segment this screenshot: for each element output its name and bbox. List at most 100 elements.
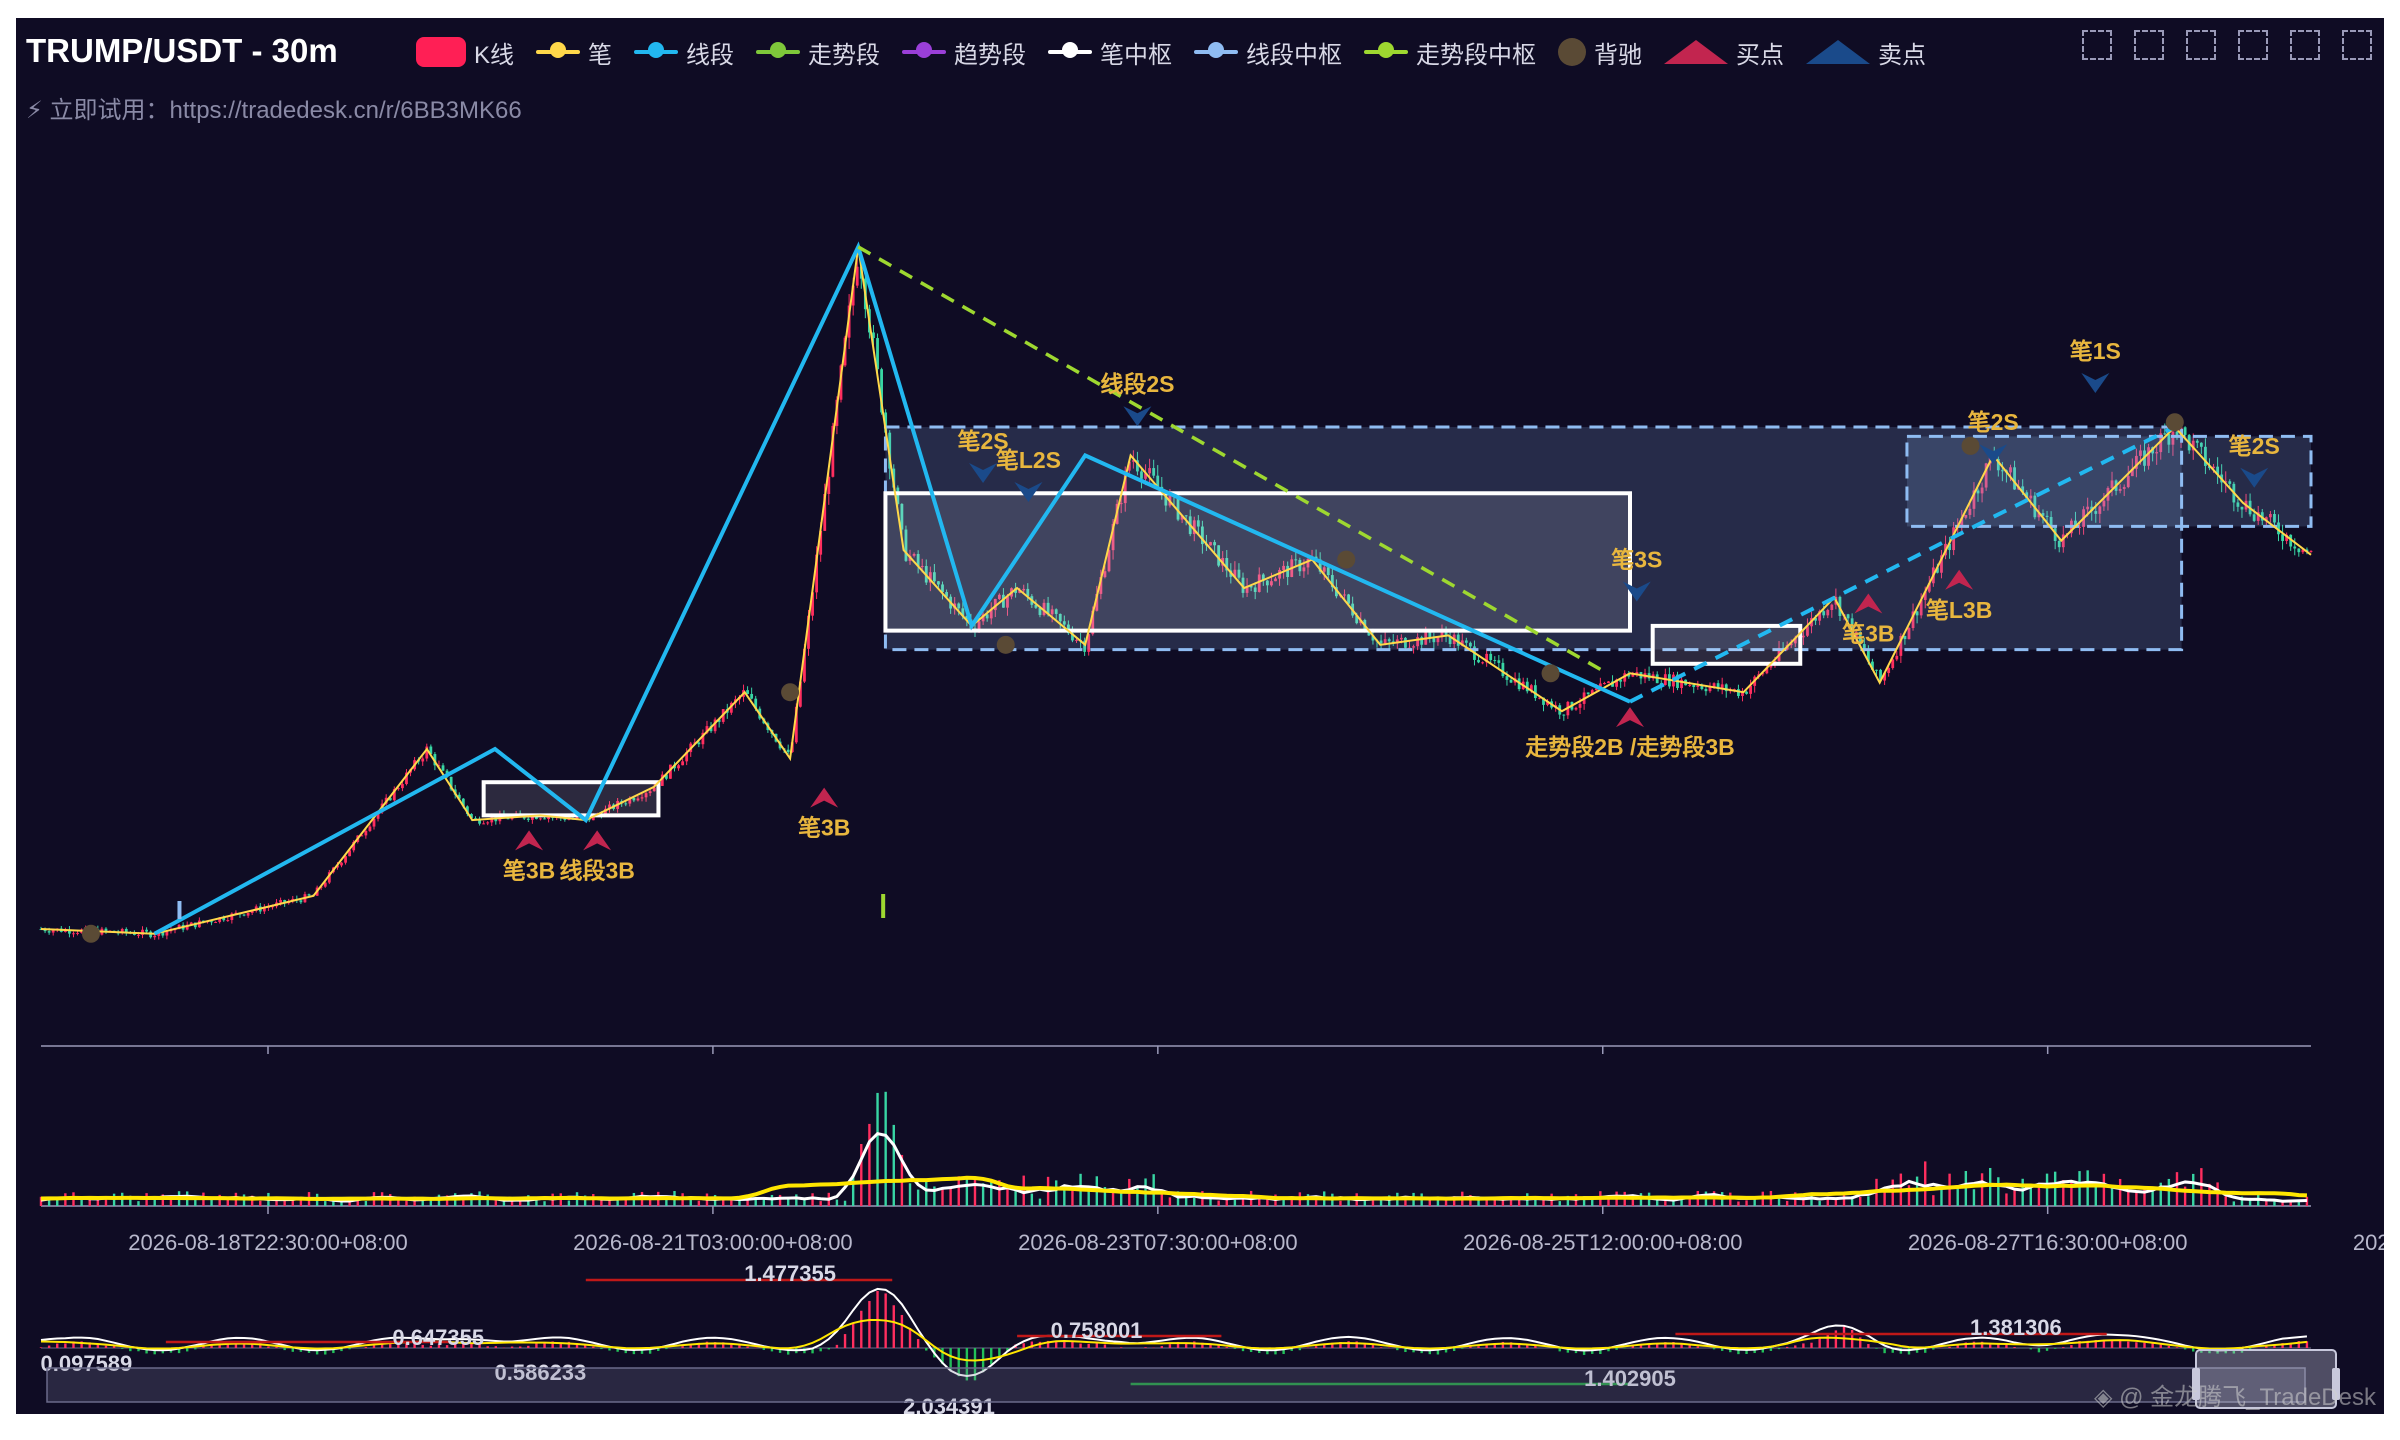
legend-swatch bbox=[1806, 40, 1871, 64]
macd-value-label: 1.477355 bbox=[744, 1261, 836, 1286]
macd-bar bbox=[843, 1334, 847, 1348]
volume-bar bbox=[2086, 1170, 2089, 1206]
legend-item[interactable]: 走势段中枢 bbox=[1364, 35, 1536, 70]
select-icon[interactable] bbox=[2186, 30, 2216, 60]
legend-label: 线段中枢 bbox=[1246, 41, 1343, 69]
legend-label: K线 bbox=[474, 41, 515, 69]
legend-item[interactable]: 走势段 bbox=[756, 35, 880, 70]
legend-item[interactable]: 趋势段 bbox=[902, 35, 1026, 70]
beichi-dot bbox=[1337, 550, 1356, 569]
legend-label: 线段 bbox=[686, 41, 735, 69]
macd-bar bbox=[1826, 1333, 1829, 1348]
macd-bar bbox=[2175, 1347, 2179, 1348]
candle-body bbox=[1895, 655, 1899, 660]
legend-item[interactable]: 线段中枢 bbox=[1194, 35, 1342, 70]
macd-bar bbox=[1087, 1343, 1090, 1348]
macd-bar bbox=[535, 1343, 538, 1348]
zoom-back-icon[interactable] bbox=[2134, 30, 2164, 60]
candle-body bbox=[482, 823, 486, 825]
candle-body bbox=[2297, 548, 2301, 553]
candle-body bbox=[340, 862, 343, 866]
macd-bar bbox=[1818, 1337, 1821, 1348]
macd-bar bbox=[868, 1301, 871, 1348]
buy-marker bbox=[515, 830, 544, 851]
macd-bar bbox=[1623, 1348, 1626, 1349]
macd-bar bbox=[1233, 1348, 1237, 1349]
candle-body bbox=[539, 818, 542, 820]
volume-bar bbox=[957, 1176, 960, 1206]
volume-bar bbox=[567, 1200, 571, 1206]
zoom-icon[interactable] bbox=[2082, 30, 2112, 60]
legend-item[interactable]: 卖点 bbox=[1806, 35, 1926, 70]
volume-bar bbox=[259, 1200, 262, 1206]
restore-icon[interactable] bbox=[2238, 30, 2268, 60]
legend-item[interactable]: 背驰 bbox=[1558, 35, 1642, 70]
x-tick-label: 2026-08-27T16:30:00+08:00 bbox=[1908, 1230, 2188, 1255]
legend-item[interactable]: 笔 bbox=[536, 35, 612, 70]
buy-label: 笔L3B bbox=[1926, 597, 1992, 623]
volume-bar bbox=[275, 1200, 278, 1206]
volume-bar bbox=[697, 1200, 701, 1206]
volume-bar bbox=[2029, 1185, 2033, 1206]
candle-body bbox=[364, 830, 368, 836]
legend-item[interactable]: 笔中枢 bbox=[1048, 35, 1172, 70]
candle-body bbox=[145, 929, 148, 932]
volume-bar bbox=[1266, 1198, 1269, 1206]
legend-item[interactable]: 买点 bbox=[1664, 35, 1784, 70]
volume-ma-fast bbox=[40, 1131, 2307, 1203]
macd-bar bbox=[1119, 1347, 1123, 1348]
volume-bar bbox=[851, 1175, 855, 1206]
macd-bar bbox=[1794, 1345, 1797, 1348]
beichi-dot bbox=[1961, 436, 1980, 455]
volume-bar bbox=[730, 1199, 733, 1206]
volume-bar bbox=[1656, 1200, 1659, 1206]
volume-bar bbox=[543, 1201, 546, 1206]
volume-bar bbox=[2005, 1193, 2008, 1206]
volume-bar bbox=[2232, 1201, 2236, 1206]
candle-body bbox=[1586, 692, 1590, 694]
volume-bar bbox=[908, 1183, 912, 1206]
candle-body bbox=[1603, 683, 1606, 685]
candle-body bbox=[104, 928, 108, 931]
candle-body bbox=[279, 900, 282, 903]
save-icon[interactable] bbox=[2342, 30, 2372, 60]
beichi-dot bbox=[1541, 664, 1560, 683]
macd-bar bbox=[1615, 1348, 1618, 1350]
macd-dea-line bbox=[40, 1318, 2308, 1362]
chart-canvas: 笔3B 线段3B笔3B走势段2B /走势段3B笔3B笔L3B笔2S笔L2S线段2S… bbox=[39, 241, 2384, 1414]
legend-item[interactable]: 线段 bbox=[634, 35, 734, 70]
legend-item[interactable]: K线 bbox=[416, 35, 514, 70]
volume-bar bbox=[2053, 1171, 2057, 1206]
volume-bar bbox=[795, 1194, 798, 1206]
macd-bar bbox=[949, 1348, 952, 1371]
macd-bar bbox=[275, 1346, 278, 1348]
data-view-icon[interactable] bbox=[2290, 30, 2320, 60]
volume-bar bbox=[1948, 1173, 1951, 1206]
volume-bar bbox=[1111, 1192, 1115, 1206]
sell-marker bbox=[1123, 406, 1152, 427]
legend-label: 卖点 bbox=[1878, 41, 1927, 69]
trial-link[interactable]: ⚡ 立即试用：https://tradedesk.cn/r/6BB3MK66 bbox=[26, 90, 522, 125]
macd-bar bbox=[267, 1346, 270, 1348]
macd-bar bbox=[1932, 1348, 1935, 1350]
candle-body bbox=[1497, 660, 1501, 663]
macd-bar bbox=[518, 1346, 522, 1348]
volume-bar bbox=[324, 1201, 327, 1206]
sell-label: 线段2S bbox=[1100, 371, 1174, 397]
volume-bar bbox=[1972, 1189, 1976, 1206]
macd-value-label: 0.758001 bbox=[1051, 1318, 1143, 1343]
beichi-dot bbox=[996, 635, 1015, 654]
macd-bar bbox=[1842, 1325, 1846, 1348]
candle-body bbox=[299, 900, 303, 903]
volume-bar bbox=[2143, 1187, 2146, 1206]
volume-bar bbox=[1997, 1177, 2000, 1206]
volume-bar bbox=[2094, 1184, 2097, 1206]
macd-bar bbox=[1875, 1348, 1878, 1349]
volume-bar bbox=[925, 1181, 928, 1206]
macd-bar bbox=[121, 1348, 124, 1349]
volume-bar bbox=[868, 1123, 871, 1206]
candle-body bbox=[677, 765, 680, 769]
candle-body bbox=[2281, 534, 2284, 542]
sell-label: 笔1S bbox=[2070, 338, 2121, 364]
volume-bar bbox=[1022, 1175, 1025, 1206]
